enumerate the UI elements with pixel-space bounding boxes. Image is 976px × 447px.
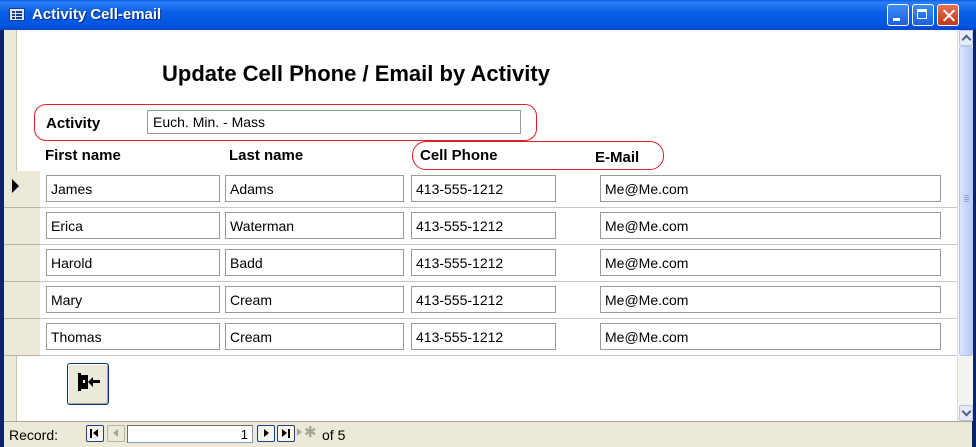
email-field[interactable]: Me@Me.com — [600, 175, 941, 202]
row-divider — [40, 355, 964, 356]
record-selector[interactable] — [4, 319, 40, 356]
triangle-right-icon — [297, 428, 302, 436]
last-name-field[interactable]: Badd — [225, 249, 404, 276]
exit-door-icon — [78, 373, 88, 391]
form-body: Update Cell Phone / Email by Activity Ac… — [4, 30, 973, 447]
email-field[interactable]: Me@Me.com — [600, 323, 941, 350]
triangle-right-icon — [282, 429, 287, 437]
column-header-first-name: First name — [45, 147, 121, 164]
application-window: Activity Cell-email Update Cell Phone / … — [0, 0, 976, 447]
scroll-up-button[interactable] — [959, 30, 973, 46]
form-heading: Update Cell Phone / Email by Activity — [162, 61, 550, 86]
window-title: Activity Cell-email — [32, 6, 162, 23]
close-button[interactable] — [937, 4, 959, 26]
activity-field[interactable]: Euch. Min. - Mass — [147, 110, 521, 134]
triangle-left-icon — [93, 429, 98, 437]
cell-phone-field[interactable]: 413-555-1212 — [411, 323, 556, 350]
record-label: Record: — [9, 427, 59, 443]
record-selector[interactable] — [4, 208, 40, 245]
first-name-field[interactable]: Erica — [46, 212, 220, 239]
scroll-down-button[interactable] — [959, 405, 973, 421]
cell-phone-field[interactable]: 413-555-1212 — [411, 175, 556, 202]
cell-phone-field[interactable]: 413-555-1212 — [411, 212, 556, 239]
next-record-button[interactable] — [257, 425, 275, 442]
bar-icon — [90, 429, 92, 438]
record-navigation-bar: Record: 1 ✱ of 5 — [4, 421, 972, 447]
column-header-last-name: Last name — [229, 147, 304, 164]
email-field[interactable]: Me@Me.com — [600, 212, 941, 239]
star-icon: ✱ — [304, 424, 317, 441]
record-selector-current[interactable] — [4, 171, 40, 208]
minimize-button[interactable] — [887, 4, 909, 26]
triangle-left-icon — [113, 429, 118, 437]
first-name-field[interactable]: Thomas — [46, 323, 220, 350]
last-name-field[interactable]: Adams — [225, 175, 404, 202]
first-name-field[interactable]: Mary — [46, 286, 220, 313]
title-bar[interactable]: Activity Cell-email — [0, 0, 976, 30]
last-name-field[interactable]: Cream — [225, 286, 404, 313]
record-row: Harold Badd 413-555-1212 Me@Me.com — [4, 245, 964, 282]
previous-record-button[interactable] — [107, 425, 125, 442]
last-name-field[interactable]: Waterman — [225, 212, 404, 239]
column-header-email: E-Mail — [595, 149, 640, 166]
scroll-thumb[interactable] — [959, 46, 973, 356]
vertical-scrollbar[interactable] — [957, 30, 973, 421]
last-record-button[interactable] — [277, 425, 295, 442]
cell-phone-field[interactable]: 413-555-1212 — [411, 286, 556, 313]
record-row: Erica Waterman 413-555-1212 Me@Me.com — [4, 208, 964, 245]
record-selector[interactable] — [4, 245, 40, 282]
record-row: Thomas Cream 413-555-1212 Me@Me.com — [4, 319, 964, 356]
record-row: James Adams 413-555-1212 Me@Me.com — [4, 171, 964, 208]
new-record-button[interactable]: ✱ — [297, 424, 317, 442]
arrow-left-icon — [88, 377, 101, 387]
email-field[interactable]: Me@Me.com — [600, 249, 941, 276]
first-record-button[interactable] — [86, 425, 104, 442]
last-name-field[interactable]: Cream — [225, 323, 404, 350]
current-record-input[interactable]: 1 — [127, 425, 253, 443]
triangle-right-icon — [264, 429, 269, 437]
column-header-cell-phone: Cell Phone — [420, 147, 498, 164]
maximize-button[interactable] — [912, 4, 934, 26]
email-field[interactable]: Me@Me.com — [600, 286, 941, 313]
cell-phone-field[interactable]: 413-555-1212 — [411, 249, 556, 276]
exit-form-button[interactable] — [67, 363, 109, 405]
bar-icon — [288, 429, 290, 438]
first-name-field[interactable]: James — [46, 175, 220, 202]
activity-label: Activity — [46, 115, 101, 132]
record-count-label: of 5 — [322, 427, 346, 443]
form-icon[interactable] — [9, 8, 25, 21]
first-name-field[interactable]: Harold — [46, 249, 220, 276]
record-selector[interactable] — [4, 282, 40, 319]
record-row: Mary Cream 413-555-1212 Me@Me.com — [4, 282, 964, 319]
